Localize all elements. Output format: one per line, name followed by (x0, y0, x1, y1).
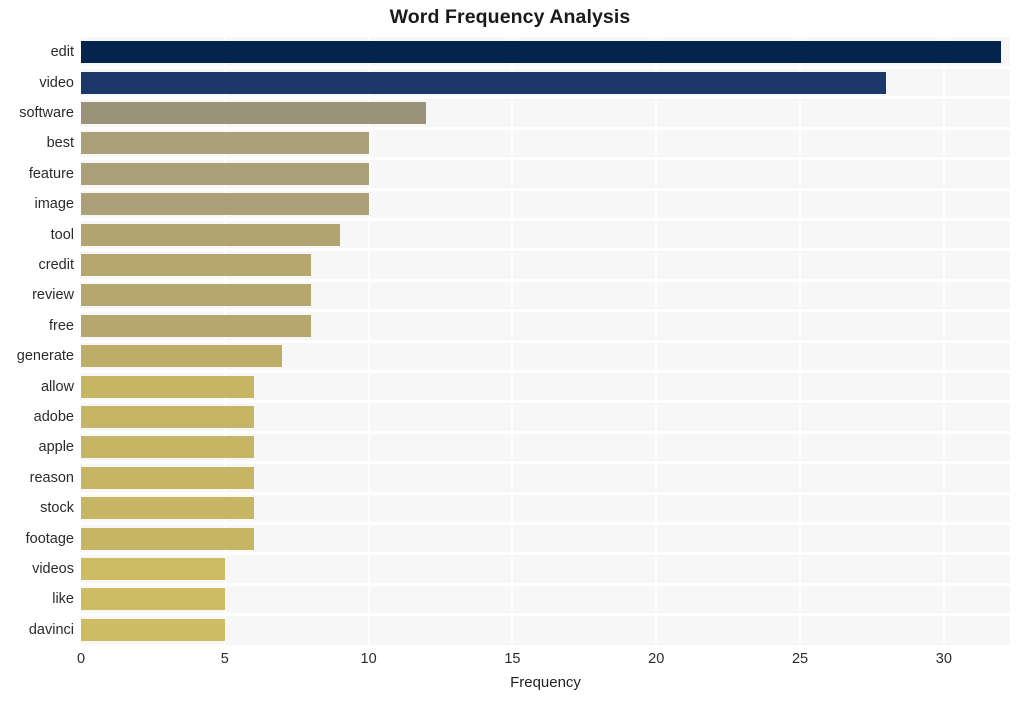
horizontal-gridline (81, 400, 1010, 404)
x-tick-label-25: 25 (791, 651, 809, 667)
bar-reason[interactable] (81, 466, 254, 489)
horizontal-gridline (81, 96, 1010, 100)
vertical-gridline (655, 37, 658, 645)
horizontal-gridline (81, 126, 1010, 130)
y-tick-label-apple: apple (38, 439, 74, 456)
horizontal-gridline (81, 613, 1010, 617)
vertical-gridline (367, 37, 370, 645)
y-tick-label-footage: footage (25, 530, 74, 547)
y-tick-label-video: video (39, 74, 74, 91)
x-tick-label-20: 20 (648, 651, 665, 667)
horizontal-gridline (81, 217, 1010, 221)
bar-credit[interactable] (81, 254, 312, 276)
vertical-gridline (799, 37, 802, 645)
y-tick-label-edit: edit (50, 44, 74, 61)
bar-feature[interactable] (81, 162, 369, 185)
bar-edit[interactable] (81, 41, 1002, 64)
bar-review[interactable] (81, 284, 312, 307)
horizontal-gridline (81, 278, 1010, 282)
x-tick-label-0: 0 (76, 651, 86, 667)
y-tick-label-best: best (46, 135, 74, 152)
bar-image[interactable] (81, 193, 369, 216)
horizontal-gridline (81, 582, 1010, 586)
horizontal-gridline (81, 248, 1010, 252)
vertical-gridline (511, 37, 514, 645)
horizontal-gridline (81, 187, 1010, 191)
bar-tool[interactable] (81, 223, 340, 246)
bar-generate[interactable] (81, 345, 283, 368)
horizontal-gridline (81, 461, 1010, 465)
bar-video[interactable] (81, 71, 887, 94)
horizontal-gridline (81, 552, 1010, 556)
y-tick-label-adobe: adobe (33, 409, 74, 425)
vertical-gridline (942, 37, 945, 645)
vertical-gridline (223, 37, 226, 645)
horizontal-gridline (81, 309, 1010, 313)
plot-area (81, 37, 1010, 645)
y-tick-label-stock: stock (40, 500, 74, 517)
bar-adobe[interactable] (81, 406, 254, 428)
y-tick-label-reason: reason (29, 469, 74, 486)
x-axis: 0 5 10 15 20 25 30 (77, 645, 1010, 675)
y-axis: edit video software best feature image tool cre… (0, 37, 74, 645)
y-tick-label-generate: generate (16, 348, 74, 365)
bar-apple[interactable] (81, 436, 254, 459)
bar-stock[interactable] (81, 497, 254, 520)
x-axis-label: Frequency (510, 674, 581, 691)
bar-free[interactable] (81, 314, 312, 337)
y-tick-label-free: free (49, 317, 74, 334)
y-tick-label-credit: credit (38, 257, 74, 273)
bar-videos[interactable] (81, 558, 225, 580)
y-tick-label-allow: allow (40, 378, 74, 395)
y-tick-label-image: image (34, 196, 75, 213)
bar-software[interactable] (81, 102, 427, 124)
bar-like[interactable] (81, 588, 225, 611)
bar-davinci[interactable] (81, 618, 225, 641)
x-tick-label-5: 5 (220, 651, 229, 667)
horizontal-gridline (81, 157, 1010, 161)
horizontal-gridline (81, 339, 1010, 343)
y-tick-label-like: like (52, 591, 74, 608)
y-tick-label-feature: feature (28, 165, 74, 182)
y-tick-label-videos: videos (32, 561, 74, 577)
bar-allow[interactable] (81, 375, 254, 398)
horizontal-gridline (81, 65, 1010, 69)
y-tick-label-software: software (19, 105, 74, 121)
y-tick-label-review: review (32, 287, 74, 304)
horizontal-gridline (81, 430, 1010, 434)
bar-best[interactable] (81, 132, 369, 155)
horizontal-gridline (81, 369, 1010, 373)
bar-footage[interactable] (81, 527, 254, 550)
horizontal-gridline (81, 491, 1010, 495)
y-tick-label-davinci: davinci (28, 621, 74, 638)
chart-figure: Word Frequency Analysis edit video softwar… (0, 0, 1020, 701)
y-tick-label-tool: tool (50, 226, 74, 243)
x-tick-label-30: 30 (935, 651, 952, 667)
horizontal-gridline (81, 521, 1010, 525)
chart-title: Word Frequency Analysis (389, 6, 631, 28)
x-tick-label-10: 10 (360, 651, 377, 667)
x-tick-label-15: 15 (504, 651, 521, 667)
